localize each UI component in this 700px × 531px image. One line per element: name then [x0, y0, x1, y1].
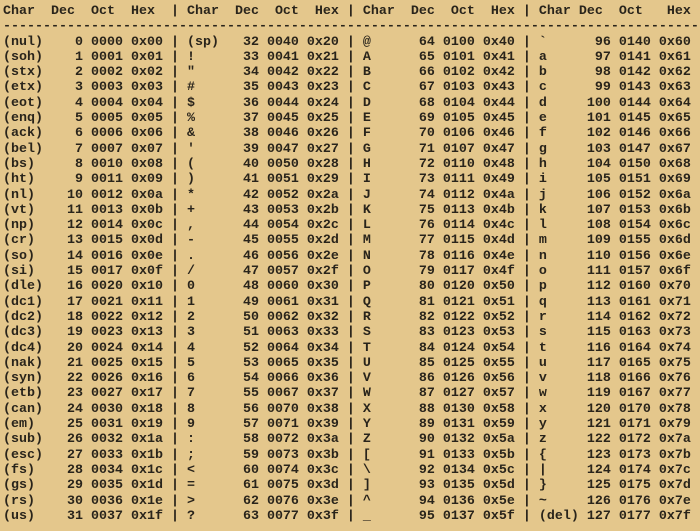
- ascii-table-page: Char Dec Oct Hex | Char Dec Oct Hex | Ch…: [0, 0, 700, 531]
- ascii-table: Char Dec Oct Hex | Char Dec Oct Hex | Ch…: [0, 0, 700, 524]
